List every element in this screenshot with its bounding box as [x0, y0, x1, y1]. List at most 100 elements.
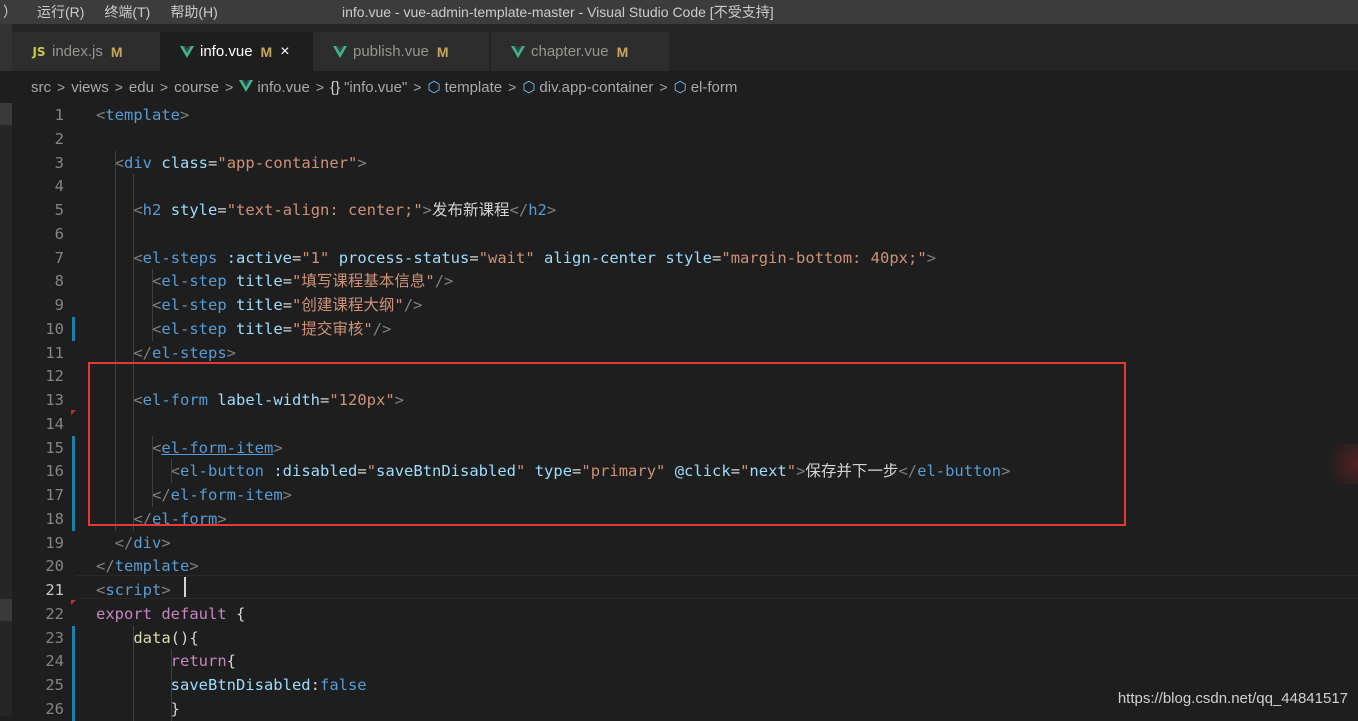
tab-label: chapter.vue — [531, 43, 609, 60]
strip-marker — [0, 103, 12, 125]
code-line[interactable]: 8 <el-step title="填写课程基本信息"/> — [12, 269, 1358, 293]
breadcrumb-views[interactable]: views — [71, 79, 109, 96]
line-number: 8 — [54, 272, 64, 291]
line-number: 17 — [45, 486, 64, 504]
vue-file-icon — [509, 45, 527, 58]
menu-item-help[interactable]: 帮助(H) — [160, 0, 227, 24]
line-number: 12 — [45, 367, 64, 386]
line-number: 4 — [54, 177, 64, 196]
title-bar: ） 运行(R) 终端(T) 帮助(H) info.vue - vue-admin… — [0, 0, 1358, 24]
line-number: 11 — [45, 343, 64, 362]
code-text: <el-steps :active="1" process-status="wa… — [133, 248, 937, 267]
line-number: 5 — [54, 201, 64, 219]
git-modified-marker[interactable] — [72, 316, 75, 341]
chevron-right-icon: > — [413, 79, 422, 95]
tab-bar: JS index.js M info.vue M × publish.vue M… — [0, 24, 1358, 71]
code-text: <div class="app-container"> — [114, 153, 367, 172]
code-line[interactable]: 11 </el-steps> — [12, 341, 1358, 365]
code-text: export default { — [96, 604, 246, 623]
code-line[interactable]: 21 <script> — [12, 578, 1358, 602]
line-number: 10 — [45, 319, 64, 338]
code-line[interactable]: 1 <template> — [12, 103, 1358, 127]
git-modified-marker[interactable] — [72, 506, 75, 531]
breadcrumb-course[interactable]: course — [174, 79, 219, 96]
line-number: 20 — [45, 557, 64, 576]
activity-strip — [0, 103, 12, 716]
tab-info-vue[interactable]: info.vue M × — [160, 32, 313, 71]
vue-file-icon — [331, 45, 349, 58]
chevron-right-icon: > — [57, 79, 66, 95]
code-line[interactable]: 24 return{ — [12, 649, 1358, 674]
modified-badge: M — [616, 43, 629, 60]
line-number: 25 — [45, 676, 64, 694]
line-number: 22 — [45, 604, 64, 623]
tab-index-js[interactable]: JS index.js M — [12, 32, 160, 71]
breadcrumb-template[interactable]: template — [445, 79, 503, 96]
chevron-right-icon: > — [659, 79, 668, 95]
git-deleted-marker[interactable] — [71, 599, 76, 605]
git-modified-marker[interactable] — [72, 625, 75, 650]
tab-bar-gutter — [0, 24, 12, 71]
git-modified-marker[interactable] — [72, 649, 75, 674]
code-text: } — [96, 699, 180, 718]
git-deleted-marker[interactable] — [71, 409, 76, 415]
object-braces-icon: {} — [330, 78, 341, 96]
code-line[interactable]: 9 <el-step title="创建课程大纲"/> — [12, 293, 1358, 317]
line-number: 7 — [54, 248, 64, 267]
chevron-right-icon: > — [508, 79, 517, 95]
element-cube-icon: ⬡ — [522, 79, 536, 96]
line-number: 24 — [45, 652, 64, 671]
code-text: </el-steps> — [133, 343, 236, 362]
line-number: 15 — [45, 438, 64, 457]
close-icon[interactable]: × — [280, 43, 289, 61]
breadcrumb-div[interactable]: div.app-container — [539, 79, 653, 96]
breadcrumb-el-form[interactable]: el-form — [691, 79, 738, 96]
code-line[interactable]: 5 <h2 style="text-align: center;">发布新课程<… — [12, 198, 1358, 222]
line-number: 2 — [54, 129, 64, 148]
indent-guide — [152, 269, 154, 341]
menu-item-run[interactable]: 运行(R) — [27, 0, 94, 24]
chevron-right-icon: > — [315, 79, 325, 95]
code-line[interactable]: 3 <div class="app-container"> — [12, 151, 1358, 175]
git-modified-marker[interactable] — [72, 483, 75, 507]
code-text: <h2 style="text-align: center;">发布新课程</h… — [133, 201, 557, 219]
annotation-highlight-box — [88, 362, 1126, 526]
chevron-right-icon: > — [114, 79, 123, 95]
git-modified-marker[interactable] — [72, 435, 75, 460]
tab-chapter-vue[interactable]: chapter.vue M — [491, 32, 669, 71]
code-text: <template> — [96, 106, 190, 124]
menu-item-partial[interactable]: ） — [0, 0, 27, 24]
element-cube-icon: ⬡ — [673, 79, 687, 96]
tab-publish-vue[interactable]: publish.vue M — [313, 32, 489, 71]
line-number: 6 — [54, 224, 64, 243]
code-line[interactable]: 20 </template> — [12, 554, 1358, 578]
code-text: return{ — [170, 652, 236, 671]
line-number: 19 — [45, 533, 64, 552]
code-line[interactable]: 19 </div> — [12, 531, 1358, 555]
git-modified-marker[interactable] — [72, 696, 75, 721]
git-modified-marker[interactable] — [72, 459, 75, 484]
breadcrumb-file[interactable]: info.vue — [257, 79, 310, 96]
breadcrumb-edu[interactable]: edu — [129, 79, 154, 96]
code-line[interactable]: 6 — [12, 222, 1358, 246]
git-modified-marker[interactable] — [72, 673, 75, 697]
code-line[interactable]: 7 <el-steps :active="1" process-status="… — [12, 246, 1358, 270]
menu-item-terminal[interactable]: 终端(T) — [94, 0, 160, 24]
code-line[interactable]: 4 — [12, 174, 1358, 198]
code-line[interactable]: 2 — [12, 127, 1358, 151]
code-line[interactable]: 22 export default { — [12, 599, 1358, 626]
strip-marker — [0, 599, 12, 621]
breadcrumb-src[interactable]: src — [31, 79, 51, 96]
code-line[interactable]: 23 data(){ — [12, 625, 1358, 650]
line-number: 1 — [54, 106, 64, 124]
tab-label: publish.vue — [353, 43, 429, 60]
code-text: </template> — [96, 557, 199, 576]
code-line[interactable]: 10 <el-step title="提交审核"/> — [12, 316, 1358, 341]
breadcrumb-object[interactable]: "info.vue" — [344, 79, 407, 96]
tab-label: index.js — [52, 43, 103, 60]
code-text: <el-step title="填写课程基本信息"/> — [152, 272, 454, 291]
element-cube-icon: ⬡ — [427, 79, 441, 96]
line-number: 21 — [45, 581, 64, 599]
tab-label: info.vue — [200, 43, 253, 60]
vue-file-icon — [178, 45, 196, 58]
